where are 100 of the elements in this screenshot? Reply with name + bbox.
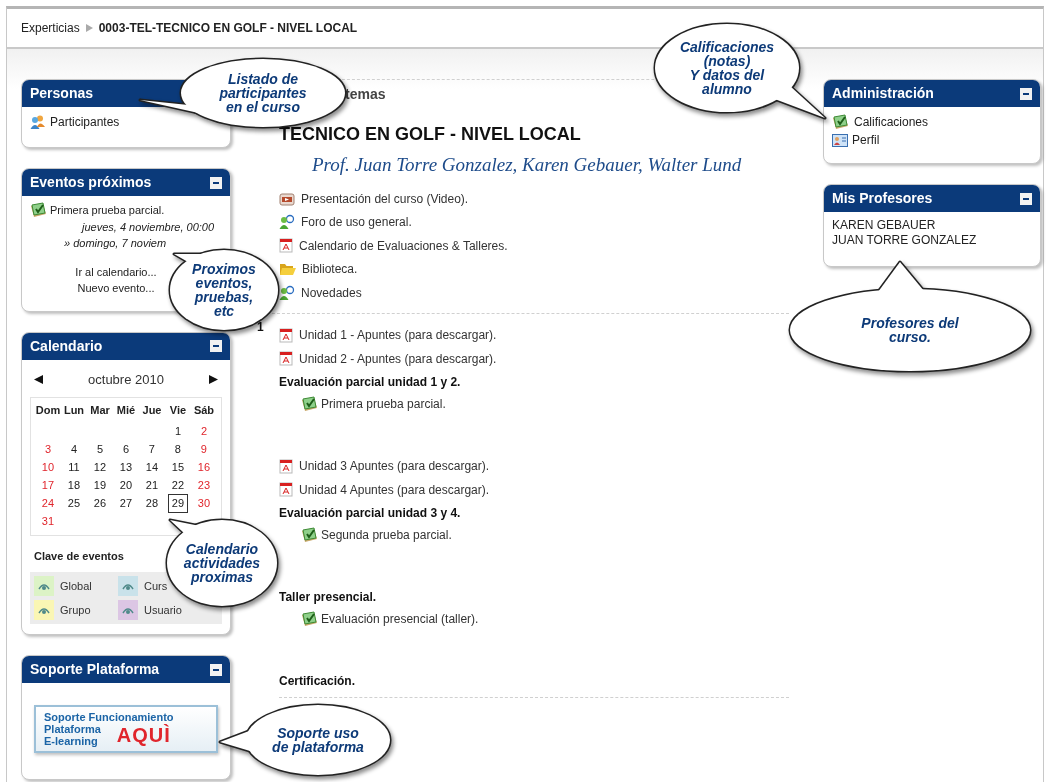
calendar-day[interactable]: 27 xyxy=(119,495,133,512)
callout-text: en el curso xyxy=(226,100,300,114)
legend-swatch[interactable] xyxy=(34,576,54,596)
calendar-day[interactable]: 2 xyxy=(200,423,208,440)
callout-text: Profesores del xyxy=(861,316,959,330)
resource-link[interactable]: Unidad 4 Apuntes (para descargar). xyxy=(299,480,490,499)
callout-text: actividades xyxy=(183,556,261,570)
callout-text: Calificaciones xyxy=(679,40,775,54)
month-label: octubre 2010 xyxy=(88,370,164,389)
calendar-day[interactable]: 24 xyxy=(41,495,55,512)
resource-link[interactable]: Presentación del curso (Video). xyxy=(301,189,469,208)
calendar-day[interactable]: 28 xyxy=(145,495,159,512)
eye-icon xyxy=(38,605,50,615)
calendar-day[interactable]: 18 xyxy=(67,477,81,494)
calendar-day[interactable]: 29 xyxy=(167,494,189,513)
section-label: Certificación. xyxy=(279,673,357,690)
calendar-day[interactable]: 8 xyxy=(174,441,181,458)
block-title: Personas xyxy=(30,84,94,103)
activity-link[interactable]: Primera prueba parcial. xyxy=(321,395,446,413)
weekday-label: Lun xyxy=(62,403,86,418)
collapse-icon[interactable] xyxy=(1020,87,1032,100)
resource-link[interactable]: Foro de uso general. xyxy=(301,213,412,232)
calendar-day[interactable]: 12 xyxy=(93,459,107,476)
admin-link[interactable]: Perfil xyxy=(852,131,880,149)
callout-text: alumno xyxy=(702,82,752,96)
block-title: Soporte Plataforma xyxy=(30,660,160,679)
calendar-day[interactable]: 11 xyxy=(68,459,80,476)
section-label: Evaluación parcial unidad 1 y 2. xyxy=(279,374,462,391)
callout-text: eventos, xyxy=(195,276,253,290)
calendar-day[interactable]: 5 xyxy=(96,441,103,458)
calendar-day[interactable]: 17 xyxy=(41,477,55,494)
video-icon xyxy=(279,191,295,206)
weekday-label: Jue xyxy=(141,403,163,418)
topic-heading: temas xyxy=(345,85,386,104)
course-title: TECNICO EN GOLF - NIVEL LOCAL xyxy=(279,123,582,146)
banner-text: Plataforma xyxy=(44,723,101,735)
collapse-icon[interactable] xyxy=(210,340,222,352)
calendar-day[interactable]: 4 xyxy=(70,441,78,458)
calendar-day[interactable]: 9 xyxy=(200,441,207,458)
legend-label: Usuario xyxy=(144,602,182,618)
banner-action-text: AQUÌ xyxy=(116,724,171,746)
activity-link[interactable]: Evaluación presencial (taller). xyxy=(321,610,479,628)
calendar-day[interactable]: 14 xyxy=(145,459,159,476)
breadcrumb-link[interactable]: 0003-TEL-TECNICO EN GOLF - NIVEL LOCAL xyxy=(98,19,358,37)
event-link[interactable]: Primera prueba parcial. xyxy=(50,202,165,219)
pdf-icon xyxy=(279,482,293,498)
calendar-day[interactable]: 19 xyxy=(93,477,107,494)
calendar-link[interactable]: Nuevo evento... xyxy=(77,280,155,297)
calendar-day[interactable]: 7 xyxy=(148,441,155,458)
collapse-icon[interactable] xyxy=(210,663,222,676)
resource-link[interactable]: Unidad 1 - Apuntes (para descargar). xyxy=(299,326,497,345)
breadcrumb-link[interactable]: Experticias xyxy=(21,19,80,37)
event-date: jueves, 4 noviembre, 00:00 xyxy=(82,219,215,235)
callout-text: participantes xyxy=(219,86,307,100)
event-date: » domingo, 7 noviem xyxy=(64,236,167,251)
previous-month-icon[interactable] xyxy=(34,374,43,384)
collapse-icon[interactable] xyxy=(210,176,222,189)
calendar-day[interactable]: 30 xyxy=(197,495,210,512)
quiz-icon xyxy=(301,396,319,412)
activity-link[interactable]: Segunda prueba parcial. xyxy=(321,526,452,544)
calendar-day[interactable]: 16 xyxy=(197,459,210,476)
block-title: Mis Profesores xyxy=(832,189,933,208)
calendar-day[interactable]: 3 xyxy=(44,441,52,458)
eye-icon xyxy=(38,581,50,591)
legend-label: Curs xyxy=(144,578,168,594)
calendar-day[interactable]: 22 xyxy=(171,477,185,494)
calendar-day[interactable]: 25 xyxy=(67,495,81,512)
legend-swatch[interactable] xyxy=(118,600,138,620)
legend-swatch[interactable] xyxy=(34,600,54,620)
resource-link[interactable]: Novedades xyxy=(301,283,362,302)
calendar-day[interactable]: 26 xyxy=(93,495,107,512)
calendar-day[interactable]: 31 xyxy=(41,513,55,530)
legend-swatch[interactable] xyxy=(118,576,138,596)
resource-link[interactable]: Unidad 2 - Apuntes (para descargar). xyxy=(299,349,497,368)
resource-link[interactable]: Calendario de Evaluaciones & Talleres. xyxy=(299,236,508,255)
calendar-day[interactable]: 13 xyxy=(119,459,133,476)
support-banner[interactable]: Soporte Funcionamiento Plataforma E-learning AQUÌ xyxy=(34,705,218,753)
participants-link[interactable]: Participantes xyxy=(50,113,120,131)
collapse-icon[interactable] xyxy=(1020,192,1032,205)
admin-link[interactable]: Calificaciones xyxy=(854,113,929,131)
section-number: 1 xyxy=(257,318,265,336)
calendar-day[interactable]: 20 xyxy=(119,477,133,494)
teacher-name: JUAN TORRE GONZALEZ xyxy=(832,233,978,248)
calendar-day[interactable]: 10 xyxy=(41,459,55,476)
resource-link[interactable]: Unidad 3 Apuntes (para descargar). xyxy=(299,457,490,476)
profile-card-icon xyxy=(832,133,848,147)
callout-text: etc xyxy=(213,304,235,318)
calendar-day[interactable]: 23 xyxy=(197,477,210,494)
callout-text: pruebas, xyxy=(194,290,254,304)
calendar-day[interactable]: 15 xyxy=(171,459,185,476)
legend-label: Grupo xyxy=(60,602,91,618)
calendar-link[interactable]: Ir al calendario... xyxy=(75,263,157,280)
resource-link[interactable]: Biblioteca. xyxy=(302,260,358,279)
weekday-label: Vie xyxy=(168,403,188,418)
eye-icon xyxy=(122,581,134,591)
next-month-icon[interactable] xyxy=(209,374,218,384)
calendar-day[interactable]: 21 xyxy=(145,477,159,494)
calendar-day[interactable]: 1 xyxy=(174,423,182,440)
calendar-day[interactable]: 6 xyxy=(122,441,129,458)
callout-text: proximas xyxy=(190,570,254,584)
